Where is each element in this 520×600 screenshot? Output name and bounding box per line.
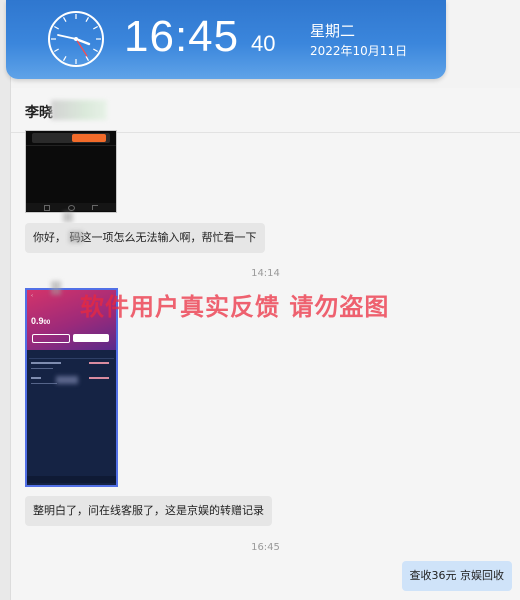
clock-date: 2022年10月11日 xyxy=(310,44,408,58)
clock-weekday: 星期二 xyxy=(310,22,356,40)
nav-back-icon xyxy=(92,205,98,210)
redaction-smudge xyxy=(63,212,73,222)
message-bubble-outgoing: 查收36元 京娱回收 xyxy=(401,561,512,591)
message-bubble-incoming: 你好， 码这一项怎么无法输入啊，帮忙看一下 xyxy=(25,223,265,253)
analog-clock-icon xyxy=(48,11,104,67)
clock-seconds: 40 xyxy=(251,31,276,56)
message-timestamp: 16:45 xyxy=(251,542,280,553)
nav-home-icon xyxy=(68,205,75,211)
record-line xyxy=(31,377,41,379)
record-amount xyxy=(89,362,109,364)
record-line xyxy=(31,362,61,364)
back-arrow-icon: ‹ xyxy=(31,293,33,299)
record-subline xyxy=(31,383,57,384)
redaction-smudge xyxy=(56,376,78,384)
message-bubble-incoming: 整明白了，问在线客服了，这是京娱的转赠记录 xyxy=(25,496,272,526)
window-left-edge xyxy=(0,0,11,600)
filled-button-shape xyxy=(73,334,109,342)
chat-header: 李晓 xyxy=(11,88,520,133)
chat-panel: 李晓 你好， 码这一项怎么无法输入啊，帮忙看一下 14:14 ‹ 0.900 整… xyxy=(11,88,520,600)
outline-button-shape xyxy=(32,334,70,343)
name-redaction xyxy=(51,100,107,120)
clock-time: 16:45 xyxy=(124,12,240,61)
redaction-smudge xyxy=(69,231,83,243)
orange-button-shape xyxy=(72,134,106,142)
record-amount xyxy=(89,377,109,379)
clock-widget: 16:45 40 星期二 2022年10月11日 xyxy=(6,0,446,79)
watermark-text: 软件用户真实反馈 请勿盗图 xyxy=(80,293,390,321)
contact-name: 李晓 xyxy=(25,105,53,121)
message-timestamp: 14:14 xyxy=(251,268,280,279)
redaction-smudge xyxy=(51,281,61,295)
nav-bar xyxy=(27,476,116,483)
balance-value: 0.900 xyxy=(31,316,51,326)
nav-menu-icon xyxy=(44,205,50,211)
image-message-1[interactable] xyxy=(25,130,117,213)
divider xyxy=(29,358,114,359)
divider xyxy=(26,145,116,146)
record-subline xyxy=(31,368,53,369)
